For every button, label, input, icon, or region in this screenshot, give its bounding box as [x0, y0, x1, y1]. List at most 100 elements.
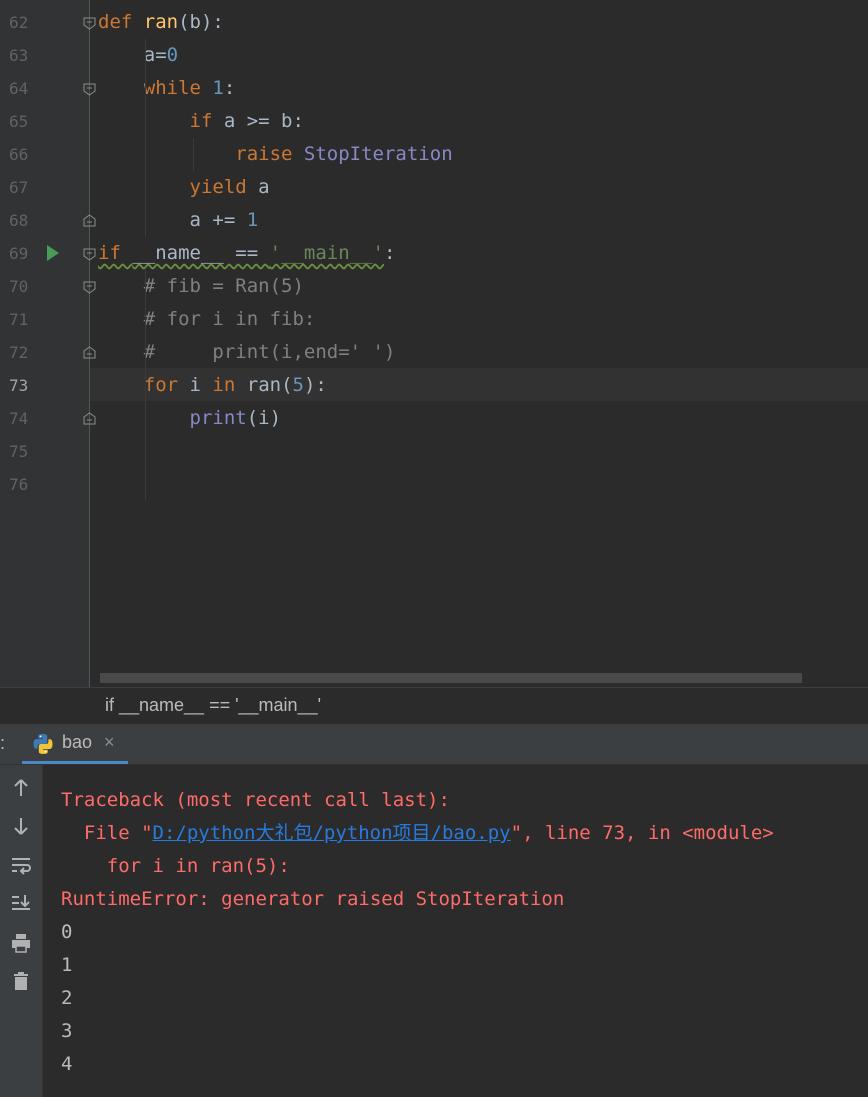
code-token: while — [143, 77, 213, 99]
python-icon — [33, 734, 53, 754]
code-line[interactable]: if a >= b: — [98, 105, 304, 138]
code-token: a >= b: — [223, 110, 304, 132]
file-link[interactable]: D:/python大礼包/python项目/bao.py — [153, 822, 511, 844]
code-token: i — [189, 374, 213, 396]
code-token: __name__ == — [132, 242, 270, 264]
output-line: 4 — [61, 1053, 73, 1075]
line-number: 67 — [9, 178, 29, 197]
run-gutter-icon[interactable] — [47, 245, 59, 261]
code-token: in — [212, 374, 247, 396]
line-number: 74 — [9, 409, 29, 428]
down-arrow-icon[interactable] — [10, 815, 32, 837]
close-icon[interactable]: × — [104, 732, 115, 753]
line-number: 76 — [9, 475, 29, 494]
code-token: for — [143, 374, 190, 396]
traceback-header: Traceback (most recent call last): — [61, 789, 450, 811]
code-editor[interactable]: 62 def ran(b): 63 a=0 64 while 1: 65 if a >=… — [0, 0, 868, 687]
line-number: 73 — [9, 376, 29, 395]
code-token: ran — [143, 11, 179, 33]
fold-open-icon[interactable] — [83, 17, 96, 30]
code-token: # for i in fib: — [98, 308, 316, 330]
line-number: 72 — [9, 343, 29, 362]
print-icon[interactable] — [10, 932, 32, 954]
scroll-to-end-icon[interactable] — [10, 892, 32, 914]
code-token: print — [189, 407, 247, 429]
run-console-output[interactable]: Traceback (most recent call last): File … — [43, 765, 868, 1097]
code-token: : — [384, 242, 396, 264]
line-number: 64 — [9, 79, 29, 98]
indent-guide — [145, 39, 146, 237]
code-line[interactable]: for i in ran(5): — [98, 369, 327, 402]
breadcrumb[interactable]: if __name__ == '__main__' — [0, 687, 868, 725]
code-token: if — [98, 242, 133, 264]
code-line[interactable]: # print(i,end=' ') — [98, 336, 396, 369]
gutter-divider — [89, 0, 90, 687]
code-token: # fib = Ran(5) — [98, 275, 304, 297]
file-suffix: ", line 73, in <module> — [510, 822, 774, 844]
run-tab-label: bao — [62, 732, 93, 752]
code-token: raise — [235, 143, 304, 165]
output-line: 0 — [61, 921, 73, 943]
tab-bar-label: : — [0, 733, 6, 753]
line-number: 69 — [9, 244, 29, 263]
line-number: 62 — [9, 13, 29, 32]
line-number: 75 — [9, 442, 29, 461]
code-token: '__main__' — [269, 242, 384, 264]
fold-open-icon[interactable] — [83, 83, 96, 96]
console-toolbar — [0, 765, 43, 1097]
horizontal-scrollbar[interactable] — [100, 673, 802, 683]
code-token: a — [258, 176, 270, 198]
code-token: 1 — [212, 77, 224, 99]
line-number: 70 — [9, 277, 29, 296]
code-line[interactable]: while 1: — [98, 72, 236, 105]
up-arrow-icon[interactable] — [10, 777, 32, 799]
code-token: 0 — [166, 44, 179, 66]
code-line[interactable]: if __name__ == '__main__': — [98, 237, 395, 270]
code-token: 1 — [246, 209, 259, 231]
code-token: ran( — [246, 374, 293, 396]
code-line[interactable]: # fib = Ran(5) — [98, 270, 304, 303]
code-line[interactable]: a += 1 — [98, 204, 259, 237]
line-number: 68 — [9, 211, 29, 230]
run-tab-bao[interactable]: bao × — [22, 724, 128, 764]
code-line[interactable]: def ran(b): — [98, 6, 224, 39]
code-line[interactable]: raise StopIteration — [98, 138, 452, 171]
output-line: 2 — [61, 987, 73, 1009]
fold-close-icon[interactable] — [83, 346, 96, 359]
code-token: if — [189, 110, 224, 132]
line-number: 63 — [9, 46, 29, 65]
indent-guide — [145, 270, 146, 500]
soft-wrap-icon[interactable] — [10, 854, 32, 876]
code-token: (b): — [178, 11, 224, 33]
line-number: 65 — [9, 112, 29, 131]
traceback-file-line: File "D:/python大礼包/python项目/bao.py", lin… — [61, 817, 774, 850]
fold-open-icon[interactable] — [83, 248, 96, 261]
file-prefix: File " — [61, 822, 153, 844]
fold-open-icon[interactable] — [83, 281, 96, 294]
indent-guide — [193, 138, 194, 171]
code-token: ): — [303, 374, 327, 396]
traceback-code-line: for i in ran(5): — [61, 855, 290, 877]
fold-close-icon[interactable] — [83, 214, 96, 227]
line-number: 71 — [9, 310, 29, 329]
code-line[interactable]: # for i in fib: — [98, 303, 316, 336]
code-token: 5 — [292, 374, 304, 396]
run-tab-bar: : bao × — [0, 724, 868, 765]
code-token: yield — [189, 176, 259, 198]
code-line[interactable]: print(i) — [98, 402, 282, 435]
code-line[interactable]: yield a — [98, 171, 270, 204]
trash-icon[interactable] — [10, 970, 32, 992]
breadcrumb-item[interactable]: if __name__ == '__main__' — [105, 695, 321, 716]
code-line[interactable]: a=0 — [98, 39, 178, 72]
code-token: a= — [98, 44, 167, 66]
fold-close-icon[interactable] — [83, 412, 96, 425]
output-line: 1 — [61, 954, 73, 976]
error-message: RuntimeError: generator raised StopItera… — [61, 888, 565, 910]
code-token: # print(i,end=' ') — [98, 341, 396, 363]
code-token: : — [223, 77, 236, 99]
